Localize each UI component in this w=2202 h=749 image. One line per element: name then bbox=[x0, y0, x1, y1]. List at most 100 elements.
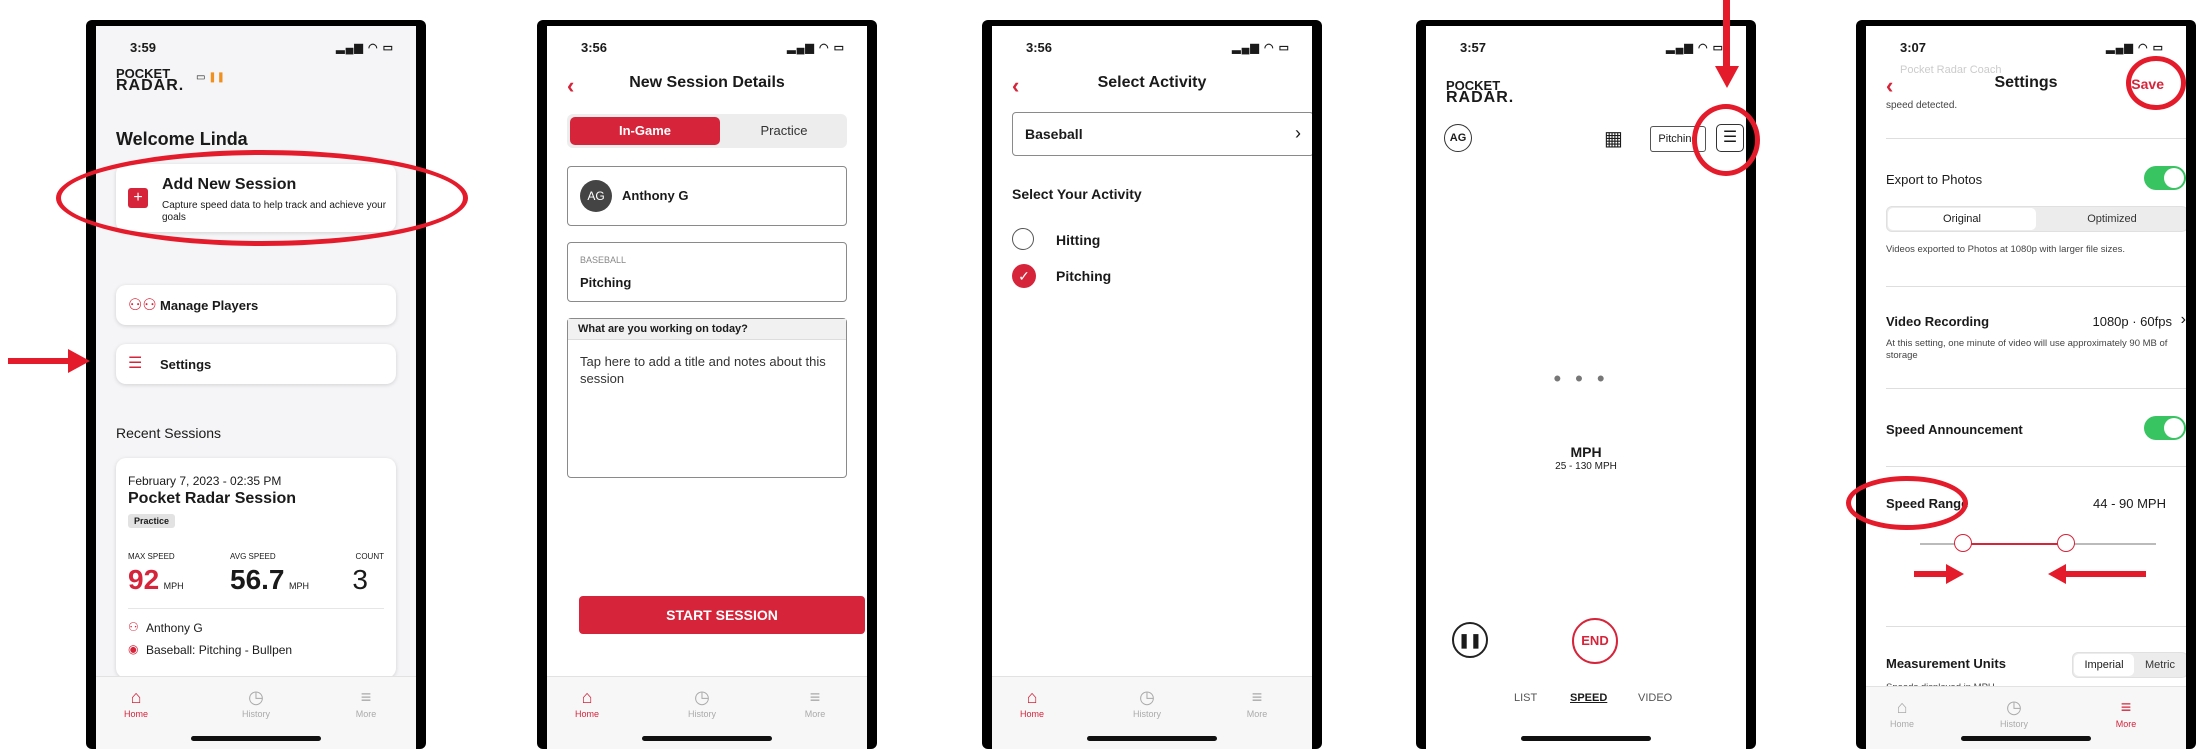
export-optimized[interactable]: Optimized bbox=[2039, 208, 2185, 230]
back-chevron-icon[interactable]: ‹ bbox=[1012, 74, 1019, 98]
pause-button[interactable]: ❚❚ bbox=[1452, 622, 1488, 658]
sport-selector[interactable]: Baseball › bbox=[1012, 112, 1312, 156]
signal-wifi-battery-icon: ▂▄▆ ◠ ▭ bbox=[1232, 42, 1290, 54]
annotation-arrow-left bbox=[2066, 571, 2146, 577]
units-metric[interactable]: Metric bbox=[2135, 654, 2185, 676]
tab-history[interactable]: ◷ History bbox=[1984, 697, 2044, 729]
home-indicator bbox=[642, 736, 772, 741]
faded-description: speed detected. bbox=[1886, 100, 1958, 111]
divider bbox=[1886, 626, 2186, 627]
units-imperial[interactable]: Imperial bbox=[2074, 654, 2134, 676]
home-icon: ⌂ bbox=[130, 687, 142, 707]
tab-history-label: History bbox=[1132, 709, 1161, 719]
export-quality-segmented: Original Optimized bbox=[1886, 206, 2186, 232]
count-value: 3 bbox=[352, 564, 368, 595]
notes-field[interactable]: What are you working on today? Tap here … bbox=[567, 318, 847, 478]
tab-home-label: Home bbox=[123, 709, 148, 719]
slider-max-thumb[interactable] bbox=[2057, 534, 2076, 552]
pocket-radar-logo: POCKET RADAR. bbox=[116, 67, 184, 94]
annotation-arrow-right bbox=[1914, 571, 1948, 577]
page-title: New Session Details bbox=[629, 74, 785, 91]
mode-list[interactable]: LIST bbox=[1514, 692, 1537, 704]
annotation-arrowhead-left bbox=[2048, 564, 2066, 584]
status-bar: 3:57 ▂▄▆ ◠ ▭ bbox=[1426, 38, 1746, 58]
tab-history-label: History bbox=[687, 709, 716, 719]
home-icon: ⌂ bbox=[1896, 697, 1908, 717]
player-initials-badge[interactable]: AG bbox=[1444, 124, 1472, 152]
status-bar: 3:59 ▂▄▆ ◠ ▭ bbox=[96, 38, 416, 58]
avg-speed-label: AVG SPEED bbox=[230, 552, 276, 561]
tab-more[interactable]: ≡ More bbox=[336, 687, 396, 719]
history-icon: ◷ bbox=[2006, 697, 2022, 717]
export-original[interactable]: Original bbox=[1888, 208, 2036, 230]
max-speed-unit: MPH bbox=[163, 581, 184, 591]
recent-session-card[interactable]: February 7, 2023 - 02:35 PM Pocket Radar… bbox=[116, 458, 396, 678]
avg-speed-stat: 56.7 MPH bbox=[230, 564, 309, 596]
mode-speed[interactable]: SPEED bbox=[1570, 692, 1607, 704]
device-status-icon: ▭ ❚❚ bbox=[196, 72, 225, 83]
speed-range-slider[interactable] bbox=[1920, 534, 2156, 554]
option-label: Hitting bbox=[1056, 232, 1101, 248]
annotation-arrowhead-right bbox=[1946, 564, 1964, 584]
session-title: Pocket Radar Session bbox=[128, 490, 297, 507]
nav-bar: ‹ Select Activity bbox=[992, 74, 1312, 100]
activity-icon: ◉ bbox=[128, 642, 139, 656]
status-time: 3:56 bbox=[581, 40, 608, 55]
tab-home[interactable]: ⌂ Home bbox=[1872, 697, 1932, 729]
tab-more[interactable]: ≡ More bbox=[2096, 697, 2156, 729]
tab-more[interactable]: ≡ More bbox=[1227, 687, 1287, 719]
start-session-button[interactable]: START SESSION bbox=[579, 596, 865, 634]
chevron-right-icon: › bbox=[2180, 311, 2186, 328]
home-indicator bbox=[191, 736, 321, 741]
session-type-segmented: In-Game Practice bbox=[567, 114, 847, 148]
option-hitting[interactable]: Hitting bbox=[1012, 226, 1312, 254]
divider bbox=[1886, 286, 2186, 287]
back-chevron-icon[interactable]: ‹ bbox=[567, 74, 574, 98]
tab-home[interactable]: ⌂ Home bbox=[557, 687, 617, 719]
activity-field[interactable]: BASEBALL Pitching bbox=[567, 242, 847, 302]
tab-home[interactable]: ⌂ Home bbox=[106, 687, 166, 719]
session-player: Anthony G bbox=[146, 621, 203, 635]
tab-history[interactable]: ◷ History bbox=[1117, 687, 1177, 719]
measurement-units-label: Measurement Units bbox=[1886, 656, 2006, 671]
logo-bottom: RADAR. bbox=[1446, 89, 1515, 106]
tab-history[interactable]: ◷ History bbox=[226, 687, 286, 719]
status-bar: 3:56 ▂▄▆ ◠ ▭ bbox=[992, 38, 1312, 58]
annotation-arrow-down-shaft bbox=[1723, 0, 1730, 70]
segment-in-game[interactable]: In-Game bbox=[570, 117, 720, 145]
speed-announcement-toggle[interactable] bbox=[2144, 416, 2186, 440]
tab-more[interactable]: ≡ More bbox=[785, 687, 845, 719]
avg-speed-unit: MPH bbox=[288, 581, 309, 591]
tab-history[interactable]: ◷ History bbox=[672, 687, 732, 719]
back-chevron-icon[interactable]: ‹ bbox=[1886, 74, 1893, 98]
slider-min-thumb[interactable] bbox=[1953, 534, 1972, 552]
export-toggle[interactable] bbox=[2144, 166, 2186, 190]
mode-video[interactable]: VIDEO bbox=[1638, 692, 1672, 704]
session-activity: Baseball: Pitching - Bullpen bbox=[146, 643, 293, 657]
segment-practice[interactable]: Practice bbox=[725, 117, 843, 145]
annotation-ellipse-speed-range bbox=[1846, 476, 1968, 530]
manage-players-button[interactable]: ⚇⚇ Manage Players bbox=[116, 285, 396, 325]
sliders-icon: ☰ bbox=[128, 355, 143, 372]
tab-more-label: More bbox=[1246, 709, 1268, 719]
video-recording-row[interactable]: Video Recording 1080p · 60fps › bbox=[1886, 311, 2186, 334]
tab-home[interactable]: ⌂ Home bbox=[1002, 687, 1062, 719]
radio-checked-icon: ✓ bbox=[1012, 264, 1036, 288]
home-indicator bbox=[1521, 736, 1651, 741]
player-avatar: AG bbox=[580, 180, 612, 212]
slider-active-track bbox=[1962, 543, 2067, 545]
phone-settings: 3:07 ▂▄▆ ◠ ▭ Pocket Radar Coach ‹ Settin… bbox=[1856, 20, 2196, 749]
home-icon: ⌂ bbox=[581, 687, 593, 707]
player-icon: ⚇ bbox=[128, 620, 139, 634]
notes-label: What are you working on today? bbox=[568, 319, 846, 340]
chevron-right-icon: › bbox=[1295, 123, 1301, 143]
history-icon: ◷ bbox=[248, 687, 264, 707]
settings-button[interactable]: ☰ Settings bbox=[116, 344, 396, 384]
end-button[interactable]: END bbox=[1572, 618, 1618, 664]
home-icon: ⌂ bbox=[1026, 687, 1038, 707]
player-field[interactable]: AG Anthony G bbox=[567, 166, 847, 226]
tab-home-label: Home bbox=[1889, 719, 1914, 729]
option-pitching[interactable]: ✓ Pitching bbox=[1012, 262, 1312, 290]
home-indicator bbox=[1961, 736, 2091, 741]
grid-icon[interactable]: ▦ bbox=[1604, 126, 1623, 151]
